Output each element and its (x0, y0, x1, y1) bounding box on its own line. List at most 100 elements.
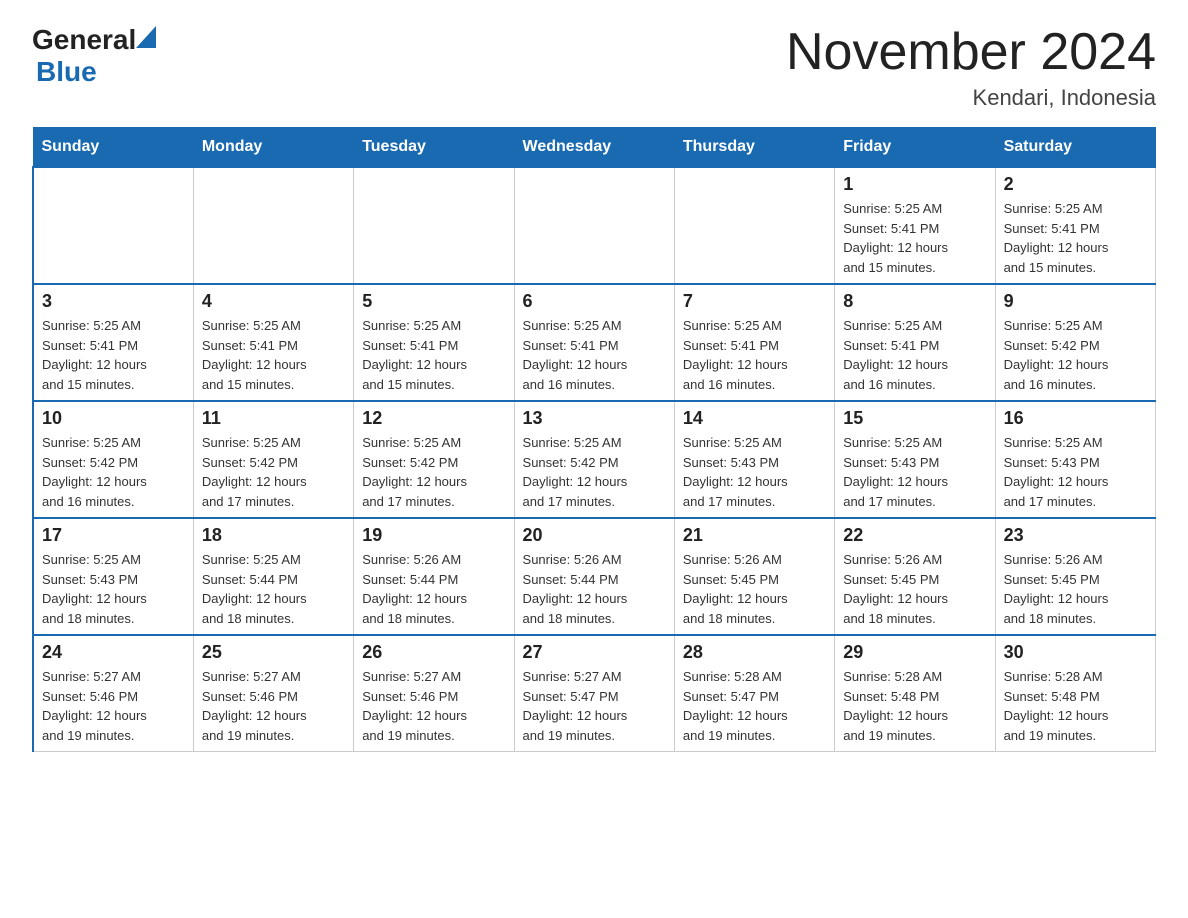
day-number: 23 (1004, 525, 1147, 546)
day-number: 17 (42, 525, 185, 546)
day-number: 5 (362, 291, 505, 312)
weekday-header-sunday: Sunday (33, 128, 193, 168)
calendar-day-cell (674, 167, 834, 284)
calendar-day-cell: 14 Sunrise: 5:25 AM Sunset: 5:43 PM Dayli… (674, 401, 834, 518)
calendar-week-row: 1 Sunrise: 5:25 AM Sunset: 5:41 PM Daylig… (33, 167, 1156, 284)
calendar-week-row: 24Sunrise: 5:27 AM Sunset: 5:46 PM Dayli… (33, 635, 1156, 752)
day-number: 6 (523, 291, 666, 312)
day-info: Sunrise: 5:25 AM Sunset: 5:42 PM Dayligh… (42, 433, 185, 511)
weekday-header-wednesday: Wednesday (514, 128, 674, 168)
calendar-day-cell: 10Sunrise: 5:25 AM Sunset: 5:42 PM Dayli… (33, 401, 193, 518)
calendar-week-row: 3 Sunrise: 5:25 AM Sunset: 5:41 PM Daylig… (33, 284, 1156, 401)
day-info: Sunrise: 5:26 AM Sunset: 5:45 PM Dayligh… (1004, 550, 1147, 628)
day-info: Sunrise: 5:25 AM Sunset: 5:42 PM Dayligh… (362, 433, 505, 511)
calendar-day-cell: 27Sunrise: 5:27 AM Sunset: 5:47 PM Dayli… (514, 635, 674, 752)
weekday-header-thursday: Thursday (674, 128, 834, 168)
calendar-day-cell: 7 Sunrise: 5:25 AM Sunset: 5:41 PM Daylig… (674, 284, 834, 401)
calendar-week-row: 10Sunrise: 5:25 AM Sunset: 5:42 PM Dayli… (33, 401, 1156, 518)
title-area: November 2024 Kendari, Indonesia (786, 24, 1156, 111)
day-info: Sunrise: 5:26 AM Sunset: 5:44 PM Dayligh… (362, 550, 505, 628)
calendar-table: SundayMondayTuesdayWednesdayThursdayFrid… (32, 127, 1156, 752)
weekday-header-saturday: Saturday (995, 128, 1155, 168)
logo-arrow-icon (136, 26, 156, 48)
calendar-day-cell: 22 Sunrise: 5:26 AM Sunset: 5:45 PM Dayli… (835, 518, 995, 635)
day-number: 28 (683, 642, 826, 663)
calendar-day-cell: 18 Sunrise: 5:25 AM Sunset: 5:44 PM Dayli… (193, 518, 353, 635)
calendar-day-cell: 30Sunrise: 5:28 AM Sunset: 5:48 PM Dayli… (995, 635, 1155, 752)
day-info: Sunrise: 5:25 AM Sunset: 5:43 PM Dayligh… (42, 550, 185, 628)
calendar-day-cell: 12 Sunrise: 5:25 AM Sunset: 5:42 PM Dayli… (354, 401, 514, 518)
calendar-day-cell: 9 Sunrise: 5:25 AM Sunset: 5:42 PM Daylig… (995, 284, 1155, 401)
day-number: 30 (1004, 642, 1147, 663)
day-number: 3 (42, 291, 185, 312)
day-info: Sunrise: 5:26 AM Sunset: 5:45 PM Dayligh… (843, 550, 986, 628)
day-info: Sunrise: 5:28 AM Sunset: 5:48 PM Dayligh… (843, 667, 986, 745)
day-info: Sunrise: 5:25 AM Sunset: 5:41 PM Dayligh… (1004, 199, 1147, 277)
day-number: 1 (843, 174, 986, 195)
calendar-day-cell: 5 Sunrise: 5:25 AM Sunset: 5:41 PM Daylig… (354, 284, 514, 401)
day-number: 21 (683, 525, 826, 546)
calendar-week-row: 17 Sunrise: 5:25 AM Sunset: 5:43 PM Dayli… (33, 518, 1156, 635)
calendar-day-cell: 3 Sunrise: 5:25 AM Sunset: 5:41 PM Daylig… (33, 284, 193, 401)
calendar-day-cell: 13 Sunrise: 5:25 AM Sunset: 5:42 PM Dayli… (514, 401, 674, 518)
calendar-day-cell: 1 Sunrise: 5:25 AM Sunset: 5:41 PM Daylig… (835, 167, 995, 284)
calendar-day-cell: 4Sunrise: 5:25 AM Sunset: 5:41 PM Daylig… (193, 284, 353, 401)
day-number: 29 (843, 642, 986, 663)
page-header: General Blue November 2024 Kendari, Indo… (32, 24, 1156, 111)
calendar-day-cell: 21 Sunrise: 5:26 AM Sunset: 5:45 PM Dayli… (674, 518, 834, 635)
day-number: 9 (1004, 291, 1147, 312)
day-info: Sunrise: 5:25 AM Sunset: 5:41 PM Dayligh… (843, 199, 986, 277)
calendar-day-cell: 25 Sunrise: 5:27 AM Sunset: 5:46 PM Dayli… (193, 635, 353, 752)
day-info: Sunrise: 5:25 AM Sunset: 5:41 PM Dayligh… (843, 316, 986, 394)
day-info: Sunrise: 5:25 AM Sunset: 5:43 PM Dayligh… (683, 433, 826, 511)
day-info: Sunrise: 5:25 AM Sunset: 5:41 PM Dayligh… (683, 316, 826, 394)
day-info: Sunrise: 5:26 AM Sunset: 5:44 PM Dayligh… (523, 550, 666, 628)
calendar-day-cell: 11 Sunrise: 5:25 AM Sunset: 5:42 PM Dayli… (193, 401, 353, 518)
day-info: Sunrise: 5:27 AM Sunset: 5:46 PM Dayligh… (42, 667, 185, 745)
calendar-day-cell: 19 Sunrise: 5:26 AM Sunset: 5:44 PM Dayli… (354, 518, 514, 635)
day-number: 11 (202, 408, 345, 429)
day-info: Sunrise: 5:26 AM Sunset: 5:45 PM Dayligh… (683, 550, 826, 628)
day-number: 15 (843, 408, 986, 429)
month-title: November 2024 (786, 24, 1156, 81)
weekday-header-tuesday: Tuesday (354, 128, 514, 168)
calendar-day-cell (514, 167, 674, 284)
day-info: Sunrise: 5:25 AM Sunset: 5:43 PM Dayligh… (843, 433, 986, 511)
calendar-day-cell: 2 Sunrise: 5:25 AM Sunset: 5:41 PM Daylig… (995, 167, 1155, 284)
day-number: 18 (202, 525, 345, 546)
day-number: 12 (362, 408, 505, 429)
day-info: Sunrise: 5:25 AM Sunset: 5:42 PM Dayligh… (202, 433, 345, 511)
day-info: Sunrise: 5:25 AM Sunset: 5:41 PM Dayligh… (362, 316, 505, 394)
calendar-day-cell (193, 167, 353, 284)
day-number: 14 (683, 408, 826, 429)
day-info: Sunrise: 5:27 AM Sunset: 5:46 PM Dayligh… (202, 667, 345, 745)
weekday-header-row: SundayMondayTuesdayWednesdayThursdayFrid… (33, 128, 1156, 168)
day-number: 22 (843, 525, 986, 546)
day-info: Sunrise: 5:25 AM Sunset: 5:41 PM Dayligh… (42, 316, 185, 394)
day-number: 25 (202, 642, 345, 663)
day-number: 20 (523, 525, 666, 546)
calendar-day-cell (33, 167, 193, 284)
day-number: 13 (523, 408, 666, 429)
calendar-day-cell: 8Sunrise: 5:25 AM Sunset: 5:41 PM Daylig… (835, 284, 995, 401)
day-info: Sunrise: 5:25 AM Sunset: 5:41 PM Dayligh… (202, 316, 345, 394)
calendar-day-cell: 23 Sunrise: 5:26 AM Sunset: 5:45 PM Dayli… (995, 518, 1155, 635)
day-info: Sunrise: 5:27 AM Sunset: 5:46 PM Dayligh… (362, 667, 505, 745)
day-info: Sunrise: 5:25 AM Sunset: 5:42 PM Dayligh… (1004, 316, 1147, 394)
logo-general-text: General (32, 24, 136, 56)
day-info: Sunrise: 5:25 AM Sunset: 5:42 PM Dayligh… (523, 433, 666, 511)
weekday-header-monday: Monday (193, 128, 353, 168)
day-number: 27 (523, 642, 666, 663)
day-number: 7 (683, 291, 826, 312)
weekday-header-friday: Friday (835, 128, 995, 168)
calendar-day-cell: 6Sunrise: 5:25 AM Sunset: 5:41 PM Daylig… (514, 284, 674, 401)
day-info: Sunrise: 5:25 AM Sunset: 5:43 PM Dayligh… (1004, 433, 1147, 511)
logo-area: General Blue (32, 24, 156, 88)
day-number: 16 (1004, 408, 1147, 429)
day-info: Sunrise: 5:25 AM Sunset: 5:44 PM Dayligh… (202, 550, 345, 628)
location-title: Kendari, Indonesia (786, 85, 1156, 111)
calendar-day-cell: 17 Sunrise: 5:25 AM Sunset: 5:43 PM Dayli… (33, 518, 193, 635)
calendar-day-cell: 16 Sunrise: 5:25 AM Sunset: 5:43 PM Dayli… (995, 401, 1155, 518)
day-number: 19 (362, 525, 505, 546)
day-number: 2 (1004, 174, 1147, 195)
